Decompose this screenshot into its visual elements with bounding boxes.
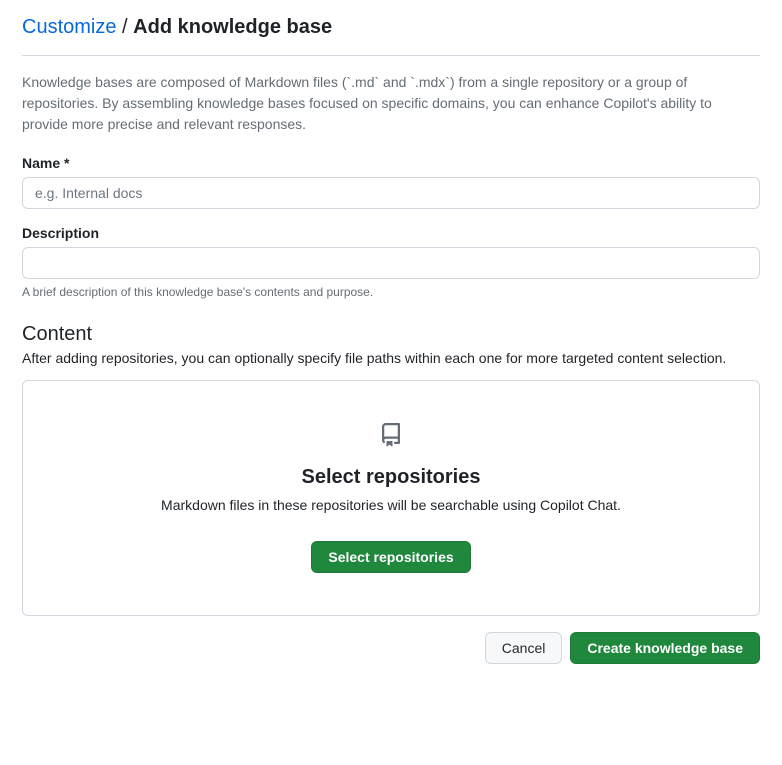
repositories-card-title: Select repositories xyxy=(43,466,739,489)
select-repositories-button[interactable]: Select repositories xyxy=(311,541,470,573)
repositories-card: Select repositories Markdown files in th… xyxy=(22,380,760,616)
breadcrumb: Customize / Add knowledge base xyxy=(22,16,760,47)
cancel-button[interactable]: Cancel xyxy=(485,632,563,664)
intro-text: Knowledge bases are composed of Markdown… xyxy=(22,72,760,135)
content-subtext: After adding repositories, you can optio… xyxy=(22,350,760,366)
content-heading: Content xyxy=(22,323,760,346)
description-label: Description xyxy=(22,225,760,241)
header-divider xyxy=(22,55,760,56)
breadcrumb-current: Add knowledge base xyxy=(133,16,332,38)
footer-actions: Cancel Create knowledge base xyxy=(22,632,760,664)
breadcrumb-parent-link[interactable]: Customize xyxy=(22,16,116,38)
name-field-group: Name * xyxy=(22,155,760,209)
breadcrumb-separator: / xyxy=(122,16,128,38)
name-input[interactable] xyxy=(22,177,760,209)
description-help-text: A brief description of this knowledge ba… xyxy=(22,285,760,299)
description-field-group: Description A brief description of this … xyxy=(22,225,760,299)
repo-icon xyxy=(379,423,403,452)
name-label: Name * xyxy=(22,155,760,171)
repositories-card-sub: Markdown files in these repositories wil… xyxy=(43,497,739,513)
description-input[interactable] xyxy=(22,247,760,279)
create-knowledge-base-button[interactable]: Create knowledge base xyxy=(570,632,760,664)
